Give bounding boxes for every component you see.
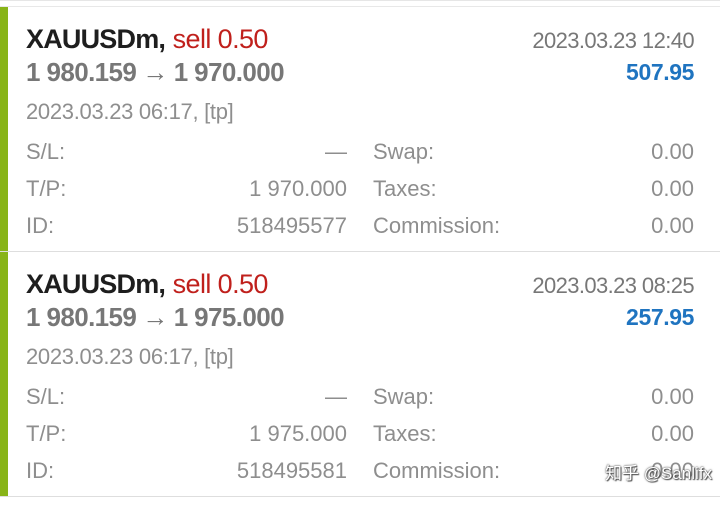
tp-label: T/P: <box>26 421 67 446</box>
detail-row-sl-swap: S/L: — Swap: 0.00 <box>0 382 720 412</box>
id-label: ID: <box>26 213 55 238</box>
detail-row-tp-taxes: T/P: 1 970.000 Taxes: 0.00 <box>0 174 720 204</box>
arrow-right-icon: → <box>142 57 168 87</box>
trade-header: XAUUSDm, sell 0.50 <box>26 23 268 55</box>
detail-row-sl-swap: S/L: — Swap: 0.00 <box>0 137 720 167</box>
close-price: 1 975.000 <box>173 302 285 332</box>
commission-label: Commission: <box>373 213 501 238</box>
commission-value: 0.00 <box>651 213 694 238</box>
sl-label: S/L: <box>26 139 66 164</box>
tp-value: 1 970.000 <box>249 176 347 201</box>
card-divider <box>0 496 720 497</box>
symbol-name: XAUUSDm, <box>26 269 166 299</box>
trade-card[interactable]: XAUUSDm, sell 0.50 1 980.159 → 1 970.000 2… <box>0 7 720 252</box>
taxes-value: 0.00 <box>651 421 694 446</box>
trade-type-volume: sell 0.50 <box>172 269 269 299</box>
swap-label: Swap: <box>373 384 435 409</box>
sl-value: — <box>325 139 347 164</box>
taxes-label: Taxes: <box>373 176 437 201</box>
detail-row-id-commission: ID: 518495577 Commission: 0.00 <box>0 211 720 241</box>
trade-history-list: XAUUSDm, sell 0.50 1 980.159 → 1 970.000 2… <box>0 0 720 510</box>
taxes-label: Taxes: <box>373 421 437 446</box>
id-value: 518495581 <box>236 458 347 483</box>
arrow-right-icon: → <box>142 302 168 332</box>
open-price: 1 980.159 <box>26 57 137 87</box>
commission-label: Commission: <box>373 458 501 483</box>
watermark: 知乎 @Sanlifx <box>604 464 712 483</box>
swap-value: 0.00 <box>651 384 694 409</box>
id-value: 518495577 <box>236 213 347 238</box>
sl-label: S/L: <box>26 384 66 409</box>
swap-label: Swap: <box>373 139 435 164</box>
close-price: 1 970.000 <box>173 57 285 87</box>
detail-row-tp-taxes: T/P: 1 975.000 Taxes: 0.00 <box>0 419 720 449</box>
taxes-value: 0.00 <box>651 176 694 201</box>
swap-value: 0.00 <box>651 139 694 164</box>
close-time: 2023.03.23 12:40 <box>532 28 694 53</box>
trade-type-volume: sell 0.50 <box>172 24 269 54</box>
symbol-name: XAUUSDm, <box>26 24 166 54</box>
open-time-info: 2023.03.23 06:17, [tp] <box>26 99 234 124</box>
close-time: 2023.03.23 08:25 <box>532 273 694 298</box>
tp-label: T/P: <box>26 176 67 201</box>
tp-value: 1 975.000 <box>249 421 347 446</box>
sl-value: — <box>325 384 347 409</box>
price-range: 1 980.159 → 1 975.000 <box>26 302 285 332</box>
profit-value: 257.95 <box>626 304 694 330</box>
id-label: ID: <box>26 458 55 483</box>
open-price: 1 980.159 <box>26 302 137 332</box>
open-time-info: 2023.03.23 06:17, [tp] <box>26 344 234 369</box>
profit-value: 507.95 <box>626 59 694 85</box>
trade-header: XAUUSDm, sell 0.50 <box>26 268 268 300</box>
trade-card[interactable]: XAUUSDm, sell 0.50 1 980.159 → 1 975.000 2… <box>0 252 720 496</box>
price-range: 1 980.159 → 1 970.000 <box>26 57 285 87</box>
